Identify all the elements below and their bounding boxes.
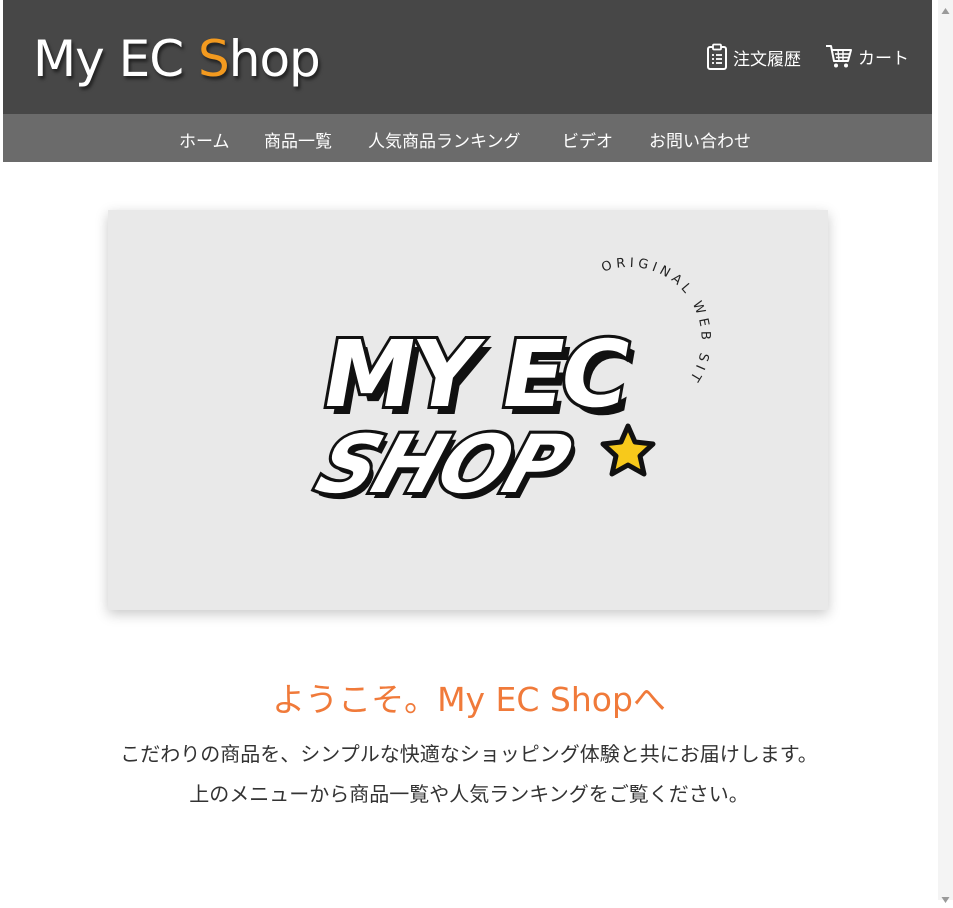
vertical-scrollbar[interactable] [938, 0, 953, 903]
nav-item-ranking[interactable]: 人気商品ランキング [368, 127, 521, 152]
hero-banner: ORIGINAL WEB SITE MY EC MY EC SHOP SHOP [108, 210, 828, 610]
order-history-link[interactable]: 注文履歴 [706, 43, 801, 71]
hero-brand-line1: MY EC [315, 321, 634, 428]
nav-item-home[interactable]: ホーム [179, 127, 230, 152]
nav-item-contact[interactable]: お問い合わせ [649, 127, 751, 152]
welcome-text-line2: 上のメニューから商品一覧や人気ランキングをご覧ください。 [189, 782, 749, 806]
page: My EC Shop 注文履歴 カート ホーム 商品一覧 人気商品ランキング ビ… [0, 0, 938, 900]
nav-item-video[interactable]: ビデオ [562, 127, 613, 152]
welcome-text-line1: こだわりの商品を、シンプルな快適なショッピング体験と共にお届けします。 [120, 742, 818, 766]
site-logo[interactable]: My EC Shop [33, 24, 321, 94]
cart-link[interactable]: カート [825, 43, 909, 69]
hero-brand-line2: SHOP [306, 419, 581, 512]
cart-label: カート [858, 48, 909, 69]
cart-icon [825, 43, 853, 69]
welcome-title: ようこそ。My EC Shopへ [272, 680, 666, 719]
main-nav: ホーム 商品一覧 人気商品ランキング ビデオ お問い合わせ [3, 114, 932, 162]
scroll-down-arrow-icon[interactable] [941, 889, 950, 908]
logo-text-main: My EC [33, 30, 199, 88]
order-history-label: 注文履歴 [733, 49, 801, 70]
logo-text-rest: hop [228, 30, 321, 88]
scroll-up-arrow-icon[interactable] [941, 0, 950, 19]
logo-text-accent: S [198, 30, 230, 88]
site-header: My EC Shop 注文履歴 カート [3, 0, 932, 114]
hero-logo-graphic: ORIGINAL WEB SITE MY EC MY EC SHOP SHOP [108, 210, 709, 517]
clipboard-icon [706, 43, 728, 71]
nav-item-products[interactable]: 商品一覧 [264, 127, 332, 152]
